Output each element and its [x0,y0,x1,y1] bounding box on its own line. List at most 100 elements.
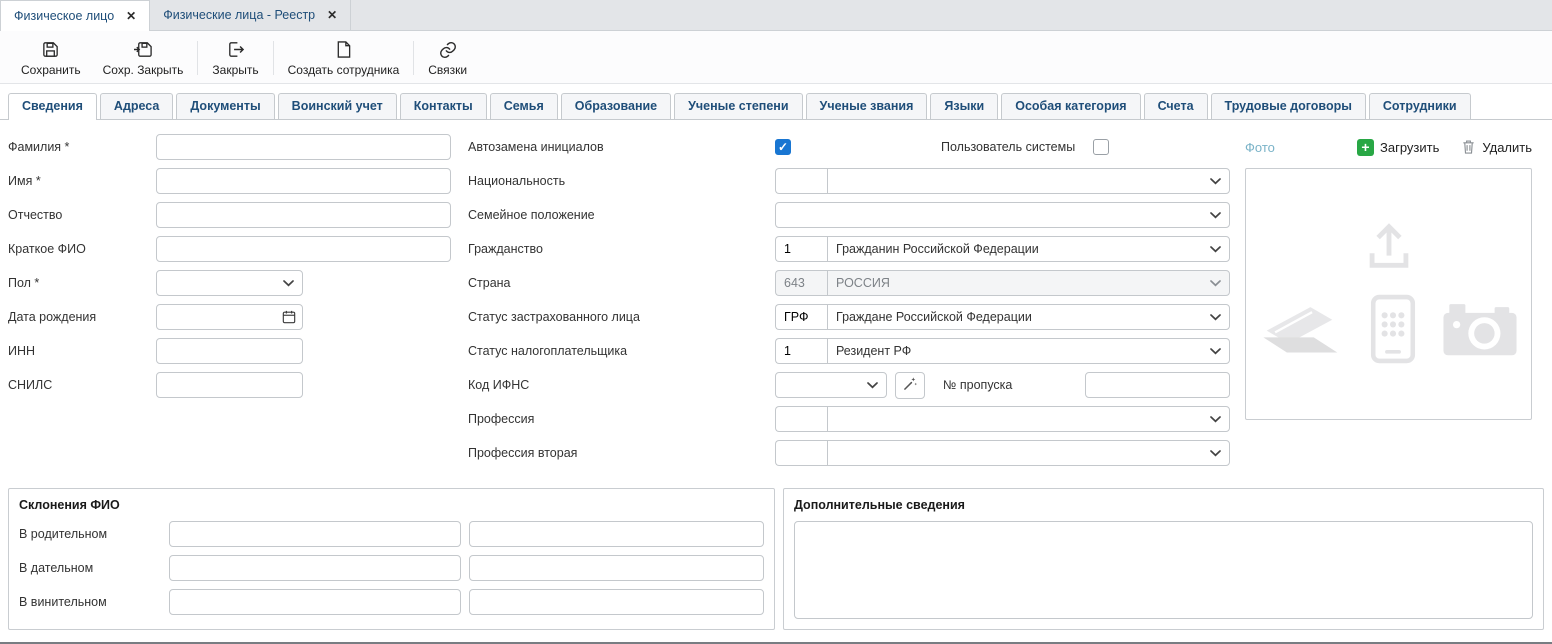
upload-photo-button[interactable]: + Загрузить [1357,139,1439,156]
chevron-down-icon [283,280,294,287]
profession-second-code-input[interactable] [775,440,827,466]
chevron-down-icon [1210,212,1221,219]
photo-dropzone[interactable] [1245,168,1532,420]
save-button-label: Сохранить [21,63,81,77]
genitive-auto-input [469,521,764,547]
tab-dokumenty[interactable]: Документы [176,93,274,119]
pass-number-label: № пропуска [943,378,1012,392]
pass-number-input[interactable] [1085,372,1230,398]
marital-status-label: Семейное положение [468,208,775,222]
field-citizenship: Гражданство Гражданин Российской Федерац… [468,236,1230,262]
field-genitive: В родительном [19,521,764,547]
inn-label: ИНН [8,344,156,358]
auto-initials-checkbox[interactable]: ✓ [775,139,791,155]
ifns-code-select[interactable] [775,372,887,398]
chevron-down-icon [1210,178,1221,185]
taxpayer-status-dropdown[interactable]: Резидент РФ [827,338,1230,364]
country-dropdown[interactable]: РОССИЯ [827,270,1230,296]
nationality-dropdown[interactable] [827,168,1230,194]
profession-second-dropdown[interactable] [827,440,1230,466]
person-details-form: Фамилия * Имя * Отчество Краткое ФИО Пол… [0,120,1552,474]
tab-osobaya-kategoriya[interactable]: Особая категория [1001,93,1140,119]
insured-status-code-input[interactable] [775,304,827,330]
inn-input[interactable] [156,338,303,364]
field-profession: Профессия [468,406,1230,432]
short-fio-input[interactable] [156,236,451,262]
first-name-input[interactable] [156,168,451,194]
chevron-down-icon [1210,416,1221,423]
taxpayer-status-code-input[interactable] [775,338,827,364]
smartphone-icon [1370,294,1416,364]
gender-select[interactable] [156,270,303,296]
toolbar-separator [273,41,274,75]
system-user-checkbox[interactable]: ✓ [1093,139,1109,155]
nationality-select [775,168,1230,194]
surname-input[interactable] [156,134,451,160]
dative-input[interactable] [169,555,461,581]
tab-trudovye-dogovory[interactable]: Трудовые договоры [1211,93,1366,119]
calendar-icon[interactable] [282,310,296,327]
tab-adresa[interactable]: Адреса [100,93,173,119]
nationality-code-input[interactable] [775,168,827,194]
toolbar-separator [413,41,414,75]
insured-status-label: Статус застрахованного лица [468,310,775,324]
genitive-input[interactable] [169,521,461,547]
citizenship-dropdown[interactable]: Гражданин Российской Федерации [827,236,1230,262]
tab-svedeniya[interactable]: Сведения [8,93,97,120]
close-tab-icon[interactable]: ✕ [126,10,136,22]
declensions-panel: Склонения ФИО В родительном В дательном … [8,488,775,630]
toolbar: Сохранить Сохр. Закрыть Закрыть [0,31,1552,84]
marital-status-select[interactable] [775,202,1230,228]
tab-obrazovanie[interactable]: Образование [561,93,671,119]
accusative-input[interactable] [169,589,461,615]
citizenship-label: Гражданство [468,242,775,256]
window-tab-persons-registry[interactable]: Физические лица - Реестр ✕ [150,0,351,30]
magic-wand-icon [903,376,918,394]
field-gender: Пол * [8,270,468,296]
chevron-down-icon [1210,246,1221,253]
surname-label: Фамилия * [8,140,156,154]
photo-title: Фото [1245,140,1275,155]
profession-second-select [775,440,1230,466]
delete-photo-label: Удалить [1482,140,1532,155]
close-button[interactable]: Закрыть [201,36,269,80]
profession-code-input[interactable] [775,406,827,432]
create-employee-button[interactable]: Создать сотрудника [277,36,411,80]
country-value: РОССИЯ [836,276,1204,290]
birth-date-input[interactable] [156,304,303,330]
patronymic-input[interactable] [156,202,451,228]
tab-sotrudniki[interactable]: Сотрудники [1369,93,1471,119]
insured-status-dropdown[interactable]: Граждане Российской Федерации [827,304,1230,330]
field-profession-second: Профессия вторая [468,440,1230,466]
system-user-label: Пользователь системы [941,140,1087,154]
field-country: Страна РОССИЯ [468,270,1230,296]
tab-scheta[interactable]: Счета [1144,93,1208,119]
ifns-code-label: Код ИФНС [468,378,775,392]
additional-info-textarea[interactable] [794,521,1533,619]
save-close-button[interactable]: Сохр. Закрыть [92,36,195,80]
citizenship-select: Гражданин Российской Федерации [775,236,1230,262]
snils-input[interactable] [156,372,303,398]
save-icon [41,39,60,60]
links-button[interactable]: Связки [417,36,478,80]
tab-yazyki[interactable]: Языки [930,93,998,119]
tab-uchenye-stepeni[interactable]: Ученые степени [674,93,802,119]
photo-source-icons [1260,294,1518,364]
close-tab-icon[interactable]: ✕ [327,9,337,21]
country-label: Страна [468,276,775,290]
camera-icon [1442,301,1518,357]
tab-uchenye-zvaniya[interactable]: Ученые звания [806,93,928,119]
tab-semya[interactable]: Семья [490,93,558,119]
profession-dropdown[interactable] [827,406,1230,432]
window-tab-person-card[interactable]: Физическое лицо ✕ [0,0,150,31]
genitive-label: В родительном [19,527,169,541]
tab-voinskiy-uchet[interactable]: Воинский учет [278,93,397,119]
save-button[interactable]: Сохранить [10,36,92,80]
create-employee-button-label: Создать сотрудника [288,63,400,77]
magic-wand-button[interactable] [895,372,925,399]
patronymic-label: Отчество [8,208,156,222]
delete-photo-button[interactable]: Удалить [1461,139,1532,155]
save-close-icon [133,39,154,60]
tab-kontakty[interactable]: Контакты [400,93,487,119]
citizenship-code-input[interactable] [775,236,827,262]
